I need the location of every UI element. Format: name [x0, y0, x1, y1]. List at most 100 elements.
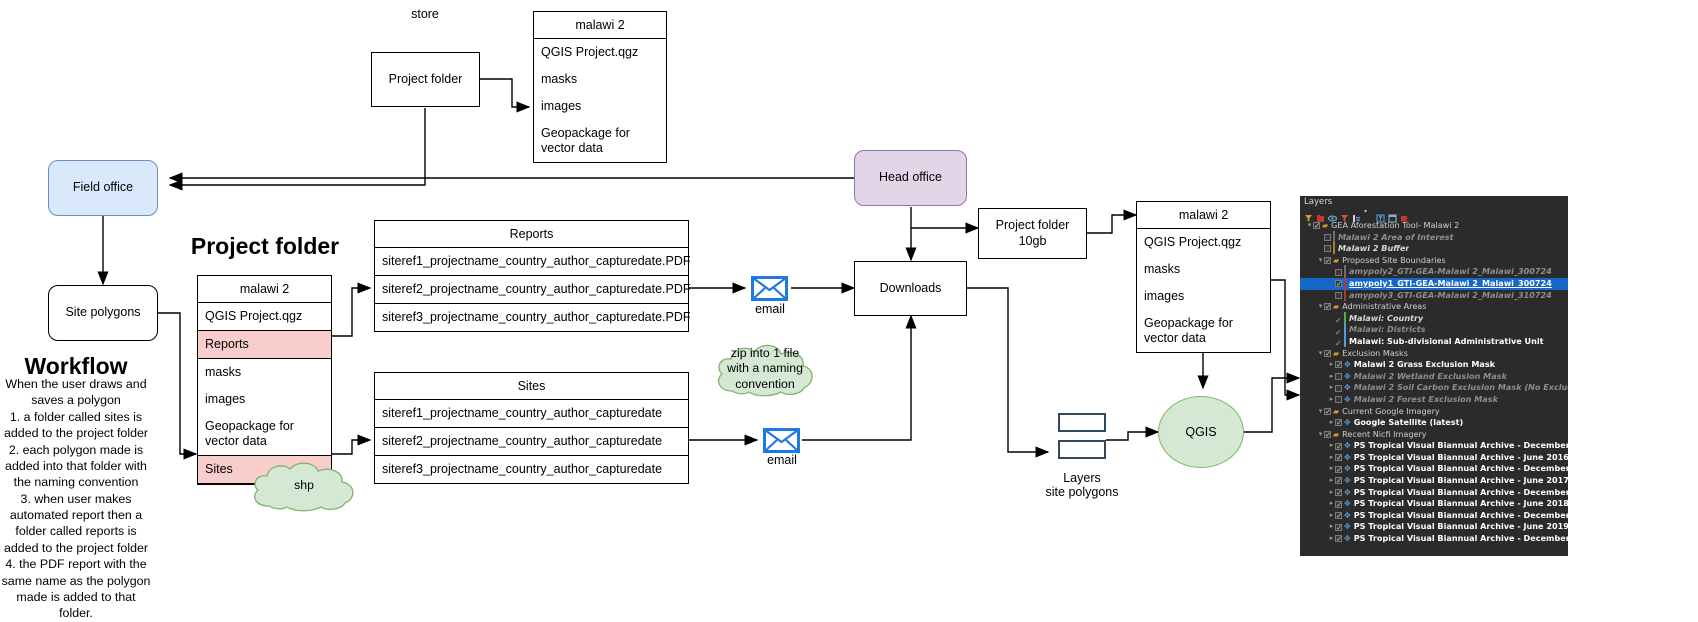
- layer-tree-item[interactable]: ▾ ▰Recent Nicfi Imagery: [1300, 429, 1568, 441]
- layer-visibility-checkbox[interactable]: ✓: [1335, 315, 1342, 325]
- layer-visibility-checkbox[interactable]: [1335, 373, 1342, 381]
- project-folder-10gb-box[interactable]: Project folder 10gb: [978, 208, 1087, 259]
- layer-visibility-checkbox[interactable]: ✓: [1335, 338, 1342, 348]
- layer-tree-item[interactable]: ▾ ▰Exclusion Masks: [1300, 348, 1568, 360]
- layers-stack-rect-top[interactable]: [1058, 413, 1106, 432]
- expand-arrow-icon[interactable]: ▸: [1328, 498, 1335, 510]
- collapse-all-icon[interactable]: [1376, 208, 1385, 223]
- dock-panel-icon[interactable]: [1388, 208, 1397, 223]
- collapse-arrow-icon[interactable]: ▾: [1317, 429, 1324, 441]
- expand-arrow-icon[interactable]: ▸: [1328, 521, 1335, 533]
- expand-arrow-icon[interactable]: ▸: [1328, 475, 1335, 487]
- expand-arrow-icon[interactable]: ▸: [1328, 487, 1335, 499]
- collapse-arrow-icon[interactable]: ▾: [1317, 348, 1324, 360]
- layer-visibility-checkbox[interactable]: [1324, 348, 1331, 359]
- layer-tree-item[interactable]: ▾ ▰Proposed Site Boundaries: [1300, 255, 1568, 267]
- chevron-down-icon[interactable]: ▾: [1364, 208, 1373, 217]
- layer-tree-item[interactable]: amypoly2_GTI-GEA-Malawi 2_Malawi_300724: [1300, 265, 1568, 278]
- layer-visibility-checkbox[interactable]: [1335, 499, 1342, 510]
- expand-all-icon[interactable]: [1352, 208, 1361, 222]
- layer-visibility-checkbox[interactable]: [1335, 522, 1342, 533]
- layer-visibility-checkbox[interactable]: [1335, 533, 1342, 545]
- raster-icon: ✥: [1344, 487, 1351, 497]
- layer-visibility-checkbox[interactable]: ✓: [1335, 327, 1342, 337]
- manage-visibility-icon[interactable]: [1327, 208, 1338, 222]
- layer-visibility-checkbox[interactable]: [1335, 359, 1342, 371]
- layer-tree-item[interactable]: ▸ ✥PS Tropical Visual Biannual Archive - …: [1300, 510, 1568, 522]
- expand-arrow-icon[interactable]: ▸: [1328, 371, 1335, 383]
- layer-visibility-checkbox[interactable]: [1335, 441, 1342, 452]
- layer-visibility-checkbox[interactable]: [1324, 255, 1331, 267]
- layer-tree-item[interactable]: Malawi 2 Area of Interest: [1300, 230, 1568, 244]
- expand-arrow-icon[interactable]: ▸: [1328, 533, 1335, 545]
- layer-visibility-checkbox[interactable]: [1335, 487, 1342, 499]
- layer-tree-item[interactable]: ▸ ✥PS Tropical Visual Biannual Archive - …: [1300, 521, 1568, 533]
- expand-arrow-icon[interactable]: ▸: [1328, 359, 1335, 371]
- layer-visibility-checkbox[interactable]: [1335, 510, 1342, 522]
- layer-visibility-checkbox[interactable]: [1324, 429, 1331, 441]
- layers-stack-rect-bottom[interactable]: [1058, 440, 1106, 459]
- add-group-icon[interactable]: [1316, 208, 1325, 222]
- layer-tree-item[interactable]: amypoly3_GTI-GEA-Malawi 2_Malawi_310724: [1300, 288, 1568, 302]
- collapse-arrow-icon[interactable]: ▾: [1317, 406, 1324, 418]
- layer-tree-item[interactable]: ▾ ▰Current Google Imagery: [1300, 406, 1568, 418]
- expand-arrow-icon[interactable]: ▸: [1328, 417, 1335, 429]
- collapse-arrow-icon[interactable]: ▾: [1317, 301, 1324, 313]
- malawi-2-left-row-reports[interactable]: Reports: [198, 330, 331, 359]
- layer-tree-item[interactable]: ▸ ✥ Malawi 2 Forest Exclusion Mask: [1300, 394, 1568, 406]
- layer-visibility-checkbox[interactable]: [1335, 268, 1342, 276]
- downloads-box[interactable]: Downloads: [854, 261, 967, 316]
- qgis-circle[interactable]: QGIS: [1158, 396, 1244, 468]
- layer-visibility-checkbox[interactable]: [1335, 417, 1342, 429]
- layer-visibility-checkbox[interactable]: [1335, 278, 1342, 290]
- field-office-box[interactable]: Field office: [48, 160, 158, 216]
- layer-tree-item[interactable]: ▸ ✥PS Tropical Visual Biannual Archive - …: [1300, 533, 1568, 545]
- layer-tree-item[interactable]: ▸ ✥ Malawi 2 Wetland Exclusion Mask: [1300, 371, 1568, 383]
- layer-tree-item[interactable]: amypoly1_GTI-GEA-Malawi 2_Malawi_300724: [1300, 276, 1568, 290]
- layer-visibility-checkbox[interactable]: [1335, 384, 1342, 392]
- layer-visibility-checkbox[interactable]: [1313, 220, 1320, 232]
- layer-tree-item[interactable]: ✓ Malawi: Sub-divisional Administrative U…: [1300, 334, 1568, 348]
- expand-arrow-icon[interactable]: ▸: [1328, 510, 1335, 522]
- layer-visibility-checkbox[interactable]: [1335, 464, 1342, 475]
- expand-arrow-icon[interactable]: ▸: [1328, 394, 1335, 406]
- qgis-layers-panel[interactable]: Layers ▾ ▾▰GEA Aforestation Tool- Malawi…: [1300, 196, 1568, 556]
- layer-tree-item[interactable]: ▸ ✥PS Tropical Visual Biannual Archive - …: [1300, 475, 1568, 487]
- layer-visibility-checkbox[interactable]: [1324, 245, 1331, 253]
- layer-tree-item[interactable]: ▾ ▰Administrative Areas: [1300, 301, 1568, 313]
- filter-legend-icon[interactable]: [1304, 208, 1313, 222]
- layer-visibility-checkbox[interactable]: [1324, 406, 1331, 417]
- layer-tree-item[interactable]: ✓ Malawi: Country: [1300, 311, 1568, 325]
- collapse-arrow-icon[interactable]: ▾: [1306, 220, 1313, 232]
- layer-tree-item[interactable]: ▸ ✥PS Tropical Visual Biannual Archive - …: [1300, 487, 1568, 499]
- head-office-box[interactable]: Head office: [854, 150, 967, 206]
- layer-tree-item[interactable]: ▸ ✥PS Tropical Visual Biannual Archive - …: [1300, 498, 1568, 510]
- layer-visibility-checkbox[interactable]: [1335, 396, 1342, 404]
- layer-tree-item[interactable]: ✓ Malawi: Districts: [1300, 323, 1568, 337]
- layer-tree[interactable]: ▾▰GEA Aforestation Tool- Malawi 2Malawi …: [1300, 220, 1568, 545]
- layer-tree-item[interactable]: ▸ ✥PS Tropical Visual Biannual Archive - …: [1300, 452, 1568, 464]
- layer-visibility-checkbox[interactable]: [1335, 291, 1342, 299]
- layer-tree-item[interactable]: ▸ ✥PS Tropical Visual Biannual Archive - …: [1300, 440, 1568, 452]
- layer-visibility-checkbox[interactable]: [1324, 233, 1331, 241]
- panel-toolbar[interactable]: ▾: [1304, 208, 1409, 223]
- expand-arrow-icon[interactable]: ▸: [1328, 452, 1335, 464]
- layer-visibility-checkbox[interactable]: [1335, 452, 1342, 464]
- layer-tree-item[interactable]: ▸ ✥Malawi 2 Grass Exclusion Mask: [1300, 359, 1568, 371]
- collapse-arrow-icon[interactable]: ▾: [1317, 255, 1324, 267]
- expand-arrow-icon[interactable]: ▸: [1328, 382, 1335, 394]
- site-polygons-box[interactable]: Site polygons: [48, 285, 158, 341]
- expand-arrow-icon[interactable]: ▸: [1328, 440, 1335, 452]
- layer-visibility-checkbox[interactable]: [1324, 301, 1331, 313]
- malawi-2-top-row-1: masks: [541, 72, 578, 86]
- layer-tree-item[interactable]: ▸ ✥ Malawi 2 Soil Carbon Exclusion Mask (N…: [1300, 382, 1568, 394]
- layer-tree-item[interactable]: ▸ ✥Google Satellite (latest): [1300, 417, 1568, 429]
- layer-tree-item[interactable]: Malawi 2 Buffer: [1300, 242, 1568, 255]
- layer-tree-item[interactable]: ▾ ▰GEA Aforestation Tool- Malawi 2: [1300, 220, 1568, 232]
- layer-tree-item[interactable]: ▸ ✥PS Tropical Visual Biannual Archive - …: [1300, 463, 1568, 475]
- expand-arrow-icon[interactable]: ▸: [1328, 463, 1335, 475]
- layer-visibility-checkbox[interactable]: [1335, 475, 1342, 487]
- project-folder-box[interactable]: Project folder: [371, 52, 480, 107]
- remove-layer-icon[interactable]: [1400, 208, 1409, 223]
- filter-icon[interactable]: [1340, 208, 1349, 222]
